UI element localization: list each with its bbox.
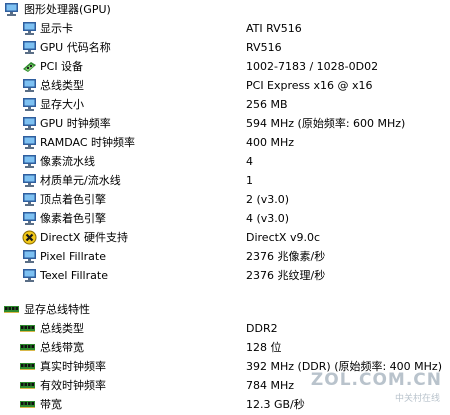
property-row-display-card[interactable]: 显示卡 ATI RV516 bbox=[0, 19, 450, 38]
watermark-subtext: 中关村在线 bbox=[394, 394, 440, 404]
property-value: 2 (v3.0) bbox=[246, 193, 290, 206]
property-row-pixel-pipelines[interactable]: 像素流水线 4 bbox=[0, 152, 450, 171]
memory-module-icon bbox=[20, 397, 35, 412]
property-value: 4 (v3.0) bbox=[246, 212, 290, 225]
memory-module-icon bbox=[20, 359, 35, 374]
property-value: 2376 兆像素/秒 bbox=[246, 250, 326, 263]
monitor-icon bbox=[22, 40, 37, 55]
property-label: 像素流水线 bbox=[40, 155, 95, 168]
monitor-icon bbox=[22, 116, 37, 131]
property-label: RAMDAC 时钟频率 bbox=[40, 136, 135, 149]
memory-module-icon bbox=[20, 321, 35, 336]
watermark-logo-text: ZOL.COM.CN bbox=[310, 370, 442, 390]
zol-watermark: ZOL.COM.CN 中关村在线 bbox=[311, 370, 444, 404]
property-row-ramdac-clock[interactable]: RAMDAC 时钟频率 400 MHz bbox=[0, 133, 450, 152]
gpu-section-title: 图形处理器(GPU) bbox=[24, 3, 111, 16]
memory-section-title: 显存总线特性 bbox=[24, 303, 90, 316]
property-value: 12.3 GB/秒 bbox=[246, 398, 305, 411]
property-value: 1002-7183 / 1028-0D02 bbox=[246, 60, 379, 73]
monitor-icon bbox=[22, 21, 37, 36]
property-value: 256 MB bbox=[246, 98, 288, 111]
property-value: 594 MHz (原始频率: 600 MHz) bbox=[246, 117, 406, 130]
property-label: 材质单元/流水线 bbox=[40, 174, 121, 187]
gpu-section-header[interactable]: 图形处理器(GPU) bbox=[0, 0, 450, 19]
property-label: 有效时钟频率 bbox=[40, 379, 106, 392]
property-value: DDR2 bbox=[246, 322, 278, 335]
monitor-icon bbox=[22, 97, 37, 112]
property-label: 像素着色引擎 bbox=[40, 212, 106, 225]
property-value: 784 MHz bbox=[246, 379, 295, 392]
property-label: 总线类型 bbox=[40, 322, 84, 335]
property-label: Texel Fillrate bbox=[40, 269, 108, 282]
property-value: ATI RV516 bbox=[246, 22, 302, 35]
property-label: 顶点着色引擎 bbox=[40, 193, 106, 206]
property-row-memory-bus-type[interactable]: 总线类型 DDR2 bbox=[0, 319, 450, 338]
monitor-icon bbox=[22, 135, 37, 150]
property-row-gpu-codename[interactable]: GPU 代码名称 RV516 bbox=[0, 38, 450, 57]
property-value: 1 bbox=[246, 174, 253, 187]
property-label: 带宽 bbox=[40, 398, 62, 411]
property-row-gpu-clock[interactable]: GPU 时钟频率 594 MHz (原始频率: 600 MHz) bbox=[0, 114, 450, 133]
directx-icon bbox=[22, 230, 37, 245]
property-row-pci-device[interactable]: PCI 设备 1002-7183 / 1028-0D02 bbox=[0, 57, 450, 76]
monitor-icon bbox=[4, 2, 19, 17]
monitor-icon bbox=[22, 192, 37, 207]
property-row-bus-width[interactable]: 总线带宽 128 位 bbox=[0, 338, 450, 357]
property-row-directx-support[interactable]: DirectX 硬件支持 DirectX v9.0c bbox=[0, 228, 450, 247]
property-value: 400 MHz bbox=[246, 136, 295, 149]
property-label: 总线带宽 bbox=[40, 341, 84, 354]
property-value: 2376 兆纹理/秒 bbox=[246, 269, 326, 282]
property-value: RV516 bbox=[246, 41, 282, 54]
monitor-icon bbox=[22, 78, 37, 93]
monitor-icon bbox=[22, 268, 37, 283]
property-label: Pixel Fillrate bbox=[40, 250, 106, 263]
property-label: 真实时钟频率 bbox=[40, 360, 106, 373]
property-label: GPU 时钟频率 bbox=[40, 117, 111, 130]
property-row-tmu-per-pipeline[interactable]: 材质单元/流水线 1 bbox=[0, 171, 450, 190]
memory-module-icon bbox=[20, 378, 35, 393]
property-row-pixel-fillrate[interactable]: Pixel Fillrate 2376 兆像素/秒 bbox=[0, 247, 450, 266]
property-label: PCI 设备 bbox=[40, 60, 84, 73]
property-label: 总线类型 bbox=[40, 79, 84, 92]
monitor-icon bbox=[22, 154, 37, 169]
property-value: 128 位 bbox=[246, 341, 282, 354]
property-label: GPU 代码名称 bbox=[40, 41, 111, 54]
property-value: DirectX v9.0c bbox=[246, 231, 321, 244]
property-label: 显存大小 bbox=[40, 98, 84, 111]
monitor-icon bbox=[22, 211, 37, 226]
memory-module-icon bbox=[20, 340, 35, 355]
monitor-icon bbox=[22, 249, 37, 264]
monitor-icon bbox=[22, 173, 37, 188]
property-label: DirectX 硬件支持 bbox=[40, 231, 128, 244]
property-row-vertex-shaders[interactable]: 顶点着色引擎 2 (v3.0) bbox=[0, 190, 450, 209]
property-row-pixel-shaders[interactable]: 像素着色引擎 4 (v3.0) bbox=[0, 209, 450, 228]
memory-section-header[interactable]: 显存总线特性 bbox=[0, 300, 450, 319]
pci-card-icon bbox=[22, 59, 37, 74]
property-row-bus-type[interactable]: 总线类型 PCI Express x16 @ x16 bbox=[0, 76, 450, 95]
property-row-texel-fillrate[interactable]: Texel Fillrate 2376 兆纹理/秒 bbox=[0, 266, 450, 285]
property-value: PCI Express x16 @ x16 bbox=[246, 79, 373, 92]
memory-module-icon bbox=[4, 302, 19, 317]
property-label: 显示卡 bbox=[40, 22, 73, 35]
property-value: 4 bbox=[246, 155, 253, 168]
property-row-video-memory[interactable]: 显存大小 256 MB bbox=[0, 95, 450, 114]
